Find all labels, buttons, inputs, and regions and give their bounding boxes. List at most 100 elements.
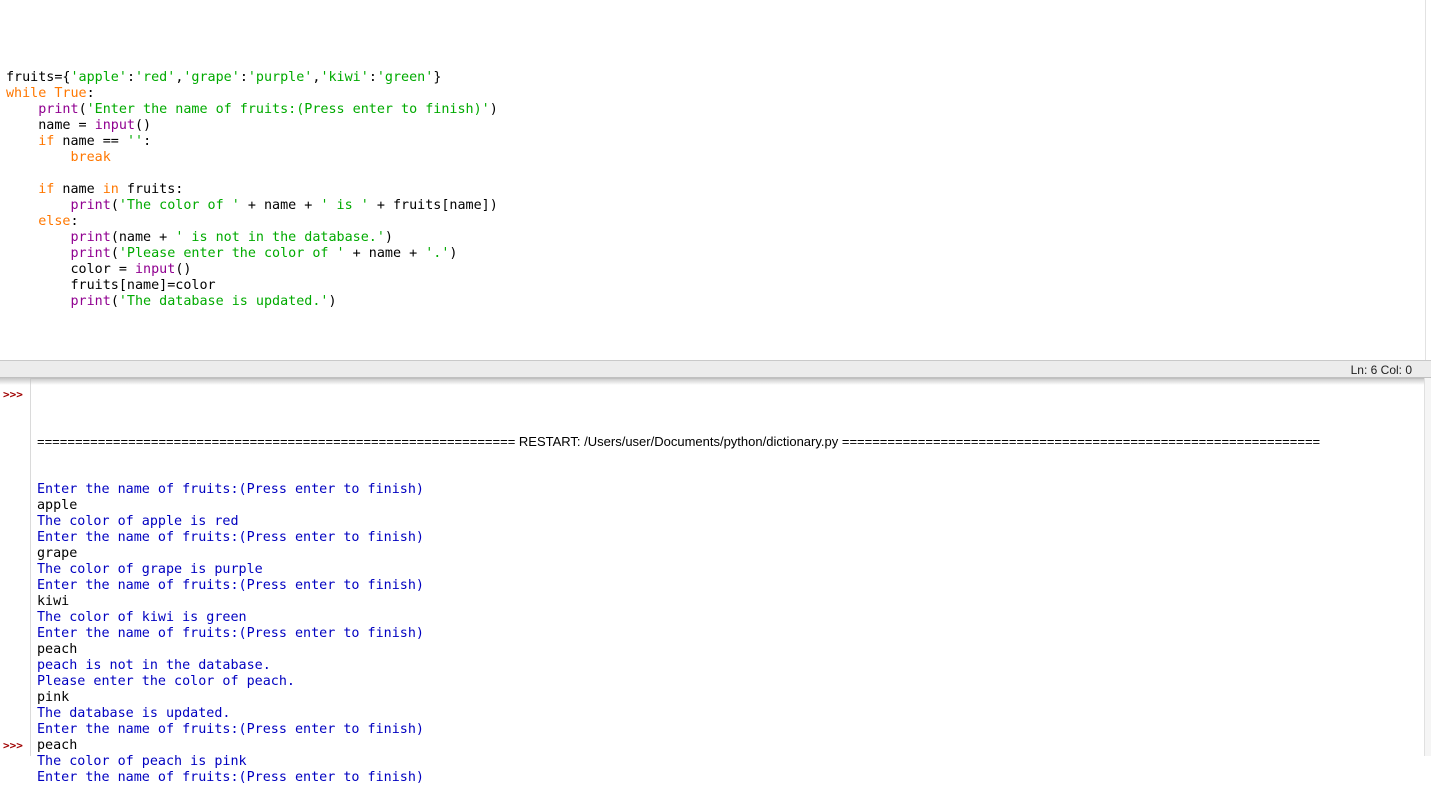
code-token: :	[368, 70, 377, 85]
code-line: print('Please enter the color of ' + nam…	[6, 246, 498, 262]
code-token: ()	[135, 118, 152, 133]
code-token: '.'	[425, 246, 450, 261]
code-token: )	[449, 246, 458, 261]
python-shell[interactable]: >>> >>> ================================…	[0, 378, 1431, 785]
code-token: break	[70, 150, 111, 165]
code-text[interactable]: fruits={'apple':'red','grape':'purple','…	[6, 70, 498, 310]
code-line: print('Enter the name of fruits:(Press e…	[6, 102, 498, 118]
code-token: input	[94, 118, 135, 133]
code-line: else:	[6, 214, 498, 230]
shell-input-line: pink	[37, 690, 70, 705]
code-token: + fruits[name])	[368, 198, 498, 213]
shell-prompt: >>>	[3, 388, 23, 401]
code-token: (	[110, 198, 119, 213]
shell-prompt-active: >>>	[3, 739, 23, 752]
code-token: print	[70, 294, 111, 309]
code-token: if	[38, 182, 55, 197]
code-token: )	[384, 230, 393, 245]
shell-input-line: peach	[37, 738, 78, 753]
shell-output-line: Enter the name of fruits:(Press enter to…	[37, 578, 424, 593]
code-token: name	[54, 182, 103, 197]
code-token: ()	[175, 262, 192, 277]
code-token: 'Please enter the color of '	[118, 246, 345, 261]
shell-output-line: Enter the name of fruits:(Press enter to…	[37, 482, 424, 497]
shell-output-line: Enter the name of fruits:(Press enter to…	[37, 770, 424, 785]
code-token: + name +	[344, 246, 426, 261]
shell-output-line: The color of grape is purple	[37, 562, 263, 577]
cursor-position: Ln: 6 Col: 0	[1350, 363, 1412, 377]
code-token: color =	[6, 262, 135, 277]
code-token: print	[38, 102, 79, 117]
code-token: :	[86, 86, 95, 101]
code-token: (name +	[110, 230, 176, 245]
code-token: :	[126, 70, 135, 85]
code-token: )	[489, 102, 498, 117]
code-token: 'kiwi'	[320, 70, 369, 85]
code-token: :	[143, 134, 152, 149]
code-token: :	[239, 70, 248, 85]
code-token: ' is not in the database.'	[175, 230, 385, 245]
code-token: ' is '	[320, 198, 369, 213]
code-line: if name in fruits:	[6, 182, 498, 198]
code-line: fruits={'apple':'red','grape':'purple','…	[6, 70, 498, 86]
code-token: True	[54, 86, 87, 101]
code-token: )	[328, 294, 337, 309]
code-token: ''	[126, 134, 144, 149]
code-token: name ==	[54, 134, 127, 149]
shell-output-line: Enter the name of fruits:(Press enter to…	[37, 722, 424, 737]
shell-input-line: kiwi	[37, 594, 70, 609]
shell-input-line: grape	[37, 546, 78, 561]
code-token: 'The color of '	[118, 198, 240, 213]
shell-output-line: Enter the name of fruits:(Press enter to…	[37, 626, 424, 641]
code-token: if	[38, 134, 55, 149]
code-line: break	[6, 150, 498, 166]
code-token: 'apple'	[70, 70, 127, 85]
shell-input-line: peach	[37, 642, 78, 657]
code-line: while True:	[6, 86, 498, 102]
shell-input-line: apple	[37, 498, 78, 513]
shell-output-line: The color of peach is pink	[37, 754, 247, 769]
pane-divider-shadow	[0, 377, 1431, 385]
code-token: 'green'	[376, 70, 434, 85]
code-line: fruits[name]=color	[6, 278, 498, 294]
code-token: print	[70, 198, 111, 213]
code-line: if name == '':	[6, 134, 498, 150]
shell-lines: Enter the name of fruits:(Press enter to…	[37, 482, 1413, 785]
code-token: 'The database is updated.'	[118, 294, 329, 309]
code-token: (	[110, 294, 119, 309]
code-line: print('The database is updated.')	[6, 294, 498, 310]
shell-output-line: Please enter the color of peach.	[37, 674, 295, 689]
code-token: name =	[6, 118, 95, 133]
code-token: 'grape'	[183, 70, 240, 85]
shell-prompt-gutter: >>> >>>	[0, 378, 31, 756]
shell-output-line: The color of apple is red	[37, 514, 239, 529]
code-token: :	[70, 214, 79, 229]
code-token: in	[102, 182, 119, 197]
code-token: while	[6, 86, 47, 101]
code-token: print	[70, 246, 111, 261]
code-token: fruits[name]=color	[6, 278, 216, 293]
restart-banner: ========================================…	[37, 434, 1321, 449]
code-token: 'red'	[135, 70, 176, 85]
shell-output-line: peach is not in the database.	[37, 658, 271, 673]
code-line: name = input()	[6, 118, 498, 134]
code-token: print	[70, 230, 111, 245]
shell-scrollbar[interactable]	[1424, 378, 1431, 756]
code-line: print(name + ' is not in the database.')	[6, 230, 498, 246]
code-token: input	[135, 262, 176, 277]
shell-output-line: Enter the name of fruits:(Press enter to…	[37, 530, 424, 545]
code-editor[interactable]: fruits={'apple':'red','grape':'purple','…	[0, 0, 1426, 360]
shell-output-line: The database is updated.	[37, 706, 231, 721]
code-token: fruits={	[6, 70, 71, 85]
shell-output[interactable]: ========================================…	[37, 402, 1413, 785]
